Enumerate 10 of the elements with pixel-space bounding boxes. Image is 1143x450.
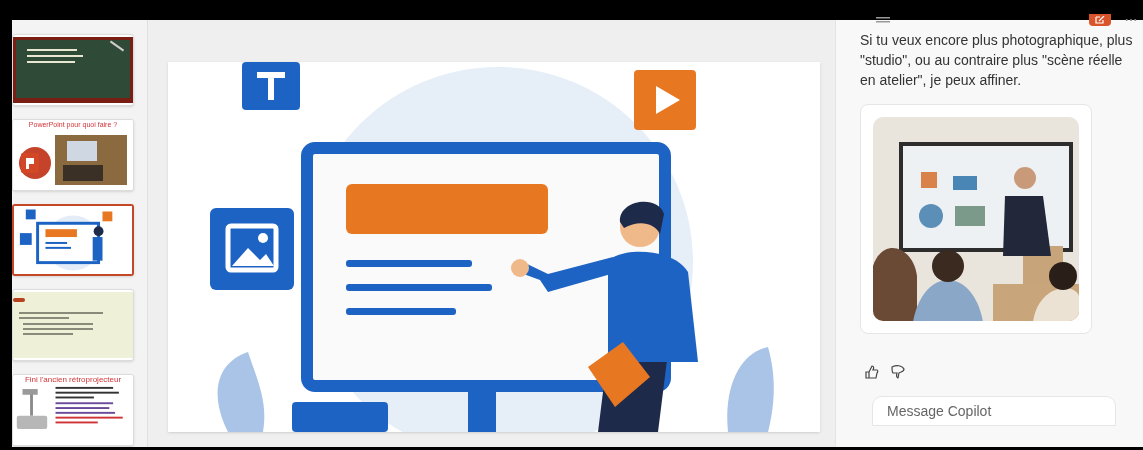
slide-thumbnail[interactable]: Fini l'ancien rétroprojecteur	[12, 374, 134, 446]
more-icon[interactable]	[1125, 18, 1137, 22]
slide-title: Fini l'ancien rétroprojecteur	[24, 375, 122, 385]
new-chat-button[interactable]	[1089, 14, 1111, 26]
thumbs-down-icon[interactable]	[890, 364, 906, 380]
message-input-field[interactable]: Message Copilot	[872, 396, 1116, 426]
thumbs-up-icon[interactable]	[864, 364, 880, 380]
edit-icon	[1095, 16, 1105, 24]
copilot-message: Si tu veux encore plus photographique, plus "studio", ou au contraire plus "scène réelle en atelier", je peux affiner.	[860, 31, 1134, 90]
menu-icon[interactable]	[876, 17, 890, 23]
